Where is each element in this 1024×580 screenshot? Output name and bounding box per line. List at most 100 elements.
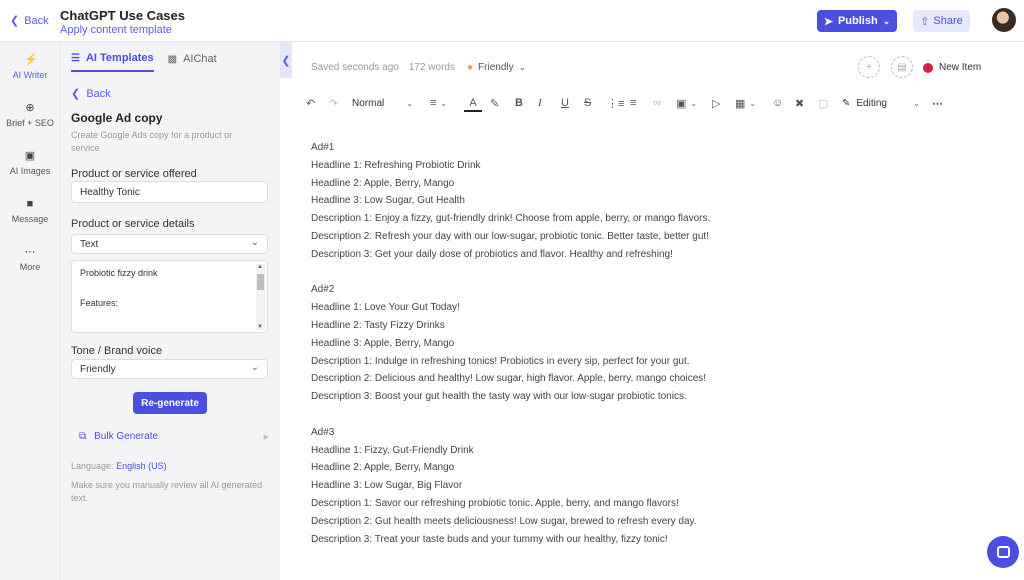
ad-line: Description 2: Delicious and healthy! Lo… — [311, 373, 707, 385]
ad-line: Description 2: Refresh your day with our… — [311, 230, 709, 242]
tone-dropdown[interactable]: ● Friendly ⌄ — [467, 62, 526, 73]
ad-line: Headline 3: Low Sugar, Big Flavor — [311, 480, 463, 492]
table-icon[interactable]: ▦ ⌄ — [735, 94, 756, 112]
chevron-down-icon: ⌄ — [690, 98, 698, 108]
editor-toolbar: ↶ ↷ Normal ⌄ ≡ ⌄ A ✎ B I U S ⋮≡ ≡ ∞ ▣ ⌄ ▷ … — [304, 94, 954, 112]
details-type-select[interactable]: Text ⌄ — [71, 234, 268, 254]
editing-mode-value: Editing — [856, 97, 887, 109]
strikethrough-icon[interactable]: S — [584, 94, 591, 112]
support-chat-button[interactable] — [987, 536, 1019, 568]
word-count: 172 words — [408, 62, 455, 73]
add-collaborator-button[interactable]: + — [858, 56, 880, 78]
bullet-list-icon[interactable]: ⋮≡ — [607, 94, 624, 112]
language-label: Language: — [71, 461, 114, 471]
chevron-down-icon: ⌄ — [518, 62, 527, 72]
message-icon: ■ — [26, 198, 34, 210]
rail-label: Message — [11, 214, 49, 224]
status-dot — [923, 62, 933, 73]
details-textarea[interactable]: Probiotic fizzy drink Features: ▲ ▼ — [71, 260, 268, 333]
link-icon[interactable]: ∞ — [653, 94, 661, 112]
panel-back-link[interactable]: ❮ Back — [71, 87, 111, 100]
clear-format-icon[interactable]: ✖ — [795, 94, 804, 112]
scroll-up-icon: ▲ — [257, 264, 263, 270]
details-text-line: Features: — [80, 298, 119, 308]
ad-line: Headline 1: Love Your Gut Today! — [311, 302, 460, 314]
tone-label: Tone / Brand voice — [71, 345, 163, 357]
ad-line: Description 2: Gut health meets deliciou… — [311, 515, 697, 527]
share-label: Share — [933, 15, 963, 27]
document-subtitle[interactable]: Apply content template — [60, 24, 172, 36]
product-input[interactable]: Healthy Tonic — [71, 181, 268, 203]
editor-meta: Saved seconds ago 172 words ● Friendly ⌄ — [311, 62, 526, 73]
document-content[interactable]: Ad#1 Headline 1: Refreshing Probiotic Dr… — [311, 139, 961, 566]
more-icon: ⋯ — [24, 246, 36, 258]
new-item-status[interactable]: New Item — [923, 62, 981, 73]
play-icon: ▶ — [263, 433, 269, 441]
image-icon[interactable]: ▣ ⌄ — [676, 94, 697, 112]
lightning-icon: ⚡ — [24, 54, 38, 66]
collapse-panel-button[interactable]: ❮ — [280, 42, 292, 78]
document-title[interactable]: ChatGPT Use Cases — [60, 8, 185, 23]
numbered-list-icon[interactable]: ≡ — [630, 94, 636, 112]
bulk-generate-button[interactable]: ⧉ Bulk Generate ▶ — [79, 431, 269, 442]
undo-icon[interactable]: ↶ — [306, 94, 315, 112]
rail-label: More — [19, 262, 41, 272]
tone-dropdown-value: Friendly — [478, 62, 514, 73]
chevron-down-icon: ⌄ — [882, 15, 891, 26]
back-link[interactable]: ❮ Back — [10, 14, 49, 28]
paragraph-style-select[interactable]: Normal ⌄ — [352, 94, 413, 112]
emoji-icon[interactable]: ☺ — [772, 94, 783, 112]
rail-item-ai-writer[interactable]: ⚡ AI Writer — [0, 54, 60, 80]
ad-line: Headline 1: Refreshing Probiotic Drink — [311, 159, 481, 171]
underline-icon[interactable]: U — [561, 94, 569, 112]
target-icon: ⊕ — [25, 102, 35, 114]
tab-aichat[interactable]: ▩ AIChat — [168, 52, 217, 72]
chevron-left-icon: ❮ — [281, 54, 291, 67]
scrollbar-thumb[interactable] — [257, 274, 264, 290]
product-label: Product or service offered — [71, 168, 197, 180]
user-avatar[interactable] — [992, 8, 1016, 32]
align-icon[interactable]: ≡ ⌄ — [430, 94, 447, 112]
template-panel: ☰ AI Templates ▩ AIChat ❮ Back Google Ad… — [60, 42, 280, 580]
more-options-icon[interactable]: ⋯ — [932, 94, 943, 112]
ad-line: Description 1: Enjoy a fizzy, gut-friend… — [311, 213, 711, 225]
text-color-icon[interactable]: A — [464, 94, 482, 112]
panel-back-label: Back — [86, 88, 111, 100]
publish-button[interactable]: ➤ Publish ⌄ — [817, 10, 897, 32]
back-label: Back — [24, 14, 49, 27]
ad-line: Headline 2: Tasty Fizzy Drinks — [311, 319, 445, 331]
assign-button[interactable]: ▤ — [891, 56, 913, 78]
share-button[interactable]: ⇧ Share — [913, 10, 970, 32]
rail-item-more[interactable]: ⋯ More — [0, 246, 60, 272]
language-value[interactable]: English (US) — [116, 461, 167, 471]
tab-label: AIChat — [183, 53, 217, 65]
ad-block: Ad#1 Headline 1: Refreshing Probiotic Dr… — [311, 139, 961, 264]
chat-bubble-icon — [996, 546, 1010, 558]
highlight-icon[interactable]: ✎ — [490, 94, 499, 112]
italic-icon[interactable]: I — [538, 94, 542, 112]
ad-line: Description 1: Indulge in refreshing ton… — [311, 355, 690, 367]
ad-id: Ad#3 — [311, 426, 335, 438]
ad-line: Headline 2: Apple, Berry, Mango — [311, 462, 455, 474]
rail-item-message[interactable]: ■ Message — [0, 198, 60, 224]
rail-item-ai-images[interactable]: ▣ AI Images — [0, 150, 60, 176]
play-icon[interactable]: ▷ — [712, 94, 720, 112]
regenerate-button[interactable]: Re-generate — [133, 392, 207, 414]
calendar-icon: ▤ — [897, 61, 907, 73]
tab-ai-templates[interactable]: ☰ AI Templates — [71, 52, 154, 72]
bold-icon[interactable]: B — [515, 94, 523, 112]
tone-select[interactable]: Friendly ⌄ — [71, 359, 268, 379]
editing-mode-select[interactable]: ✎ Editing ⌄ — [842, 94, 920, 112]
ad-line: Headline 3: Low Sugar, Gut Health — [311, 195, 465, 207]
comment-icon[interactable]: ▢ — [818, 94, 828, 112]
publish-label: Publish — [837, 15, 878, 27]
textarea-scrollbar[interactable]: ▲ ▼ — [256, 264, 265, 330]
left-rail: ⚡ AI Writer ⊕ Brief + SEO ▣ AI Images ■ … — [0, 42, 60, 580]
panel-tabs: ☰ AI Templates ▩ AIChat — [71, 52, 217, 72]
rail-item-brief-seo[interactable]: ⊕ Brief + SEO — [0, 102, 60, 128]
redo-icon[interactable]: ↷ — [329, 94, 338, 112]
rail-label: Brief + SEO — [6, 118, 54, 128]
upload-icon: ⇧ — [920, 15, 930, 28]
microphone-icon: ● — [466, 62, 474, 73]
details-type-value: Text — [80, 239, 99, 250]
